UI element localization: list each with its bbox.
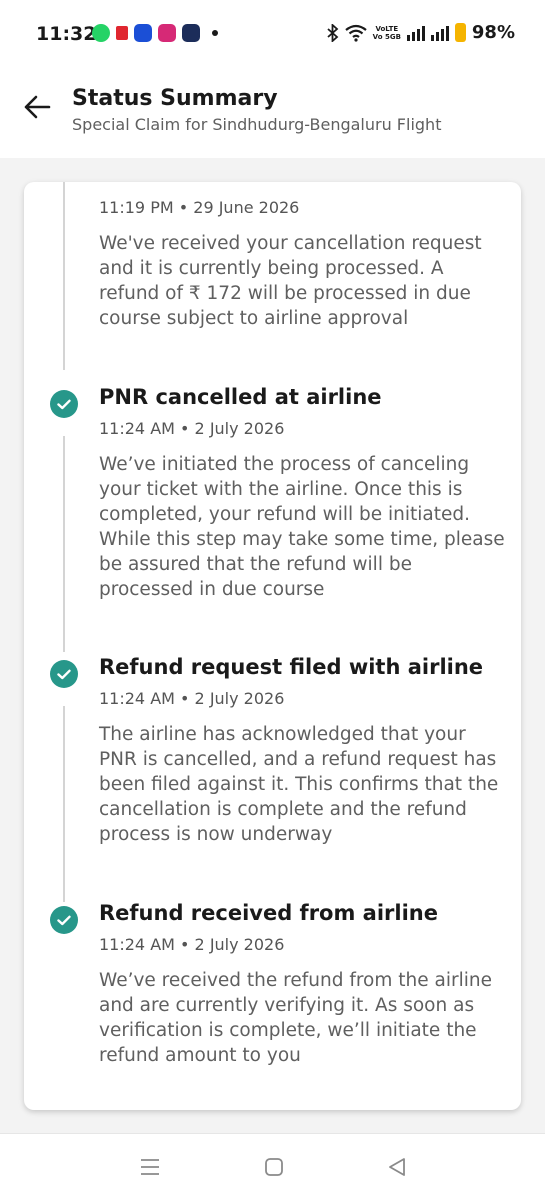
step-title: PNR cancelled at airline bbox=[99, 385, 382, 409]
step-title: Refund request filed with airline bbox=[99, 655, 484, 679]
back-button[interactable] bbox=[20, 90, 54, 124]
home-icon bbox=[265, 1158, 283, 1176]
timeline-connector bbox=[63, 182, 65, 370]
check-circle-icon bbox=[50, 906, 78, 934]
nav-back-button[interactable] bbox=[382, 1152, 412, 1182]
signal-icon-2 bbox=[430, 25, 449, 41]
shopping-bag-icon bbox=[116, 26, 128, 40]
timeline-connector bbox=[63, 436, 65, 652]
battery-percent: 98% bbox=[471, 22, 515, 43]
phone-app-icon bbox=[134, 24, 152, 42]
status-timeline-card[interactable]: 11:19 PM • 29 June 2026 We've received y… bbox=[24, 182, 521, 1110]
step-time: 11:24 AM • 2 July 2026 bbox=[99, 419, 285, 438]
step-time: 11:19 PM • 29 June 2026 bbox=[99, 198, 300, 217]
step-description: We’ve received the refund from the airli… bbox=[99, 970, 492, 1066]
step-time: 11:24 AM • 2 July 2026 bbox=[99, 689, 285, 708]
nav-back-icon bbox=[389, 1158, 405, 1176]
instagram-icon bbox=[158, 24, 176, 42]
page-subtitle: Special Claim for Sindhudurg-Bengaluru F… bbox=[72, 115, 442, 134]
step-title: Refund received from airline bbox=[99, 901, 438, 925]
signal-icon-1 bbox=[406, 25, 425, 41]
more-notifications-dot bbox=[212, 30, 218, 36]
system-nav-bar bbox=[0, 1133, 545, 1201]
timeline-connector bbox=[63, 706, 65, 902]
status-time: 11:32 bbox=[36, 23, 97, 45]
step-description: We’ve initiated the process of canceling… bbox=[99, 454, 505, 600]
step-time: 11:24 AM • 2 July 2026 bbox=[99, 935, 285, 954]
step-description: The airline has acknowledged that your P… bbox=[99, 724, 499, 845]
recents-button[interactable] bbox=[135, 1152, 165, 1182]
battery-icon bbox=[454, 23, 466, 42]
back-arrow-icon bbox=[24, 95, 51, 119]
home-button[interactable] bbox=[259, 1152, 289, 1182]
recents-icon bbox=[141, 1159, 159, 1175]
volte-indicator: VoLTE Vo 5GB bbox=[372, 24, 401, 41]
app-header: Status Summary Special Claim for Sindhud… bbox=[0, 70, 545, 158]
check-circle-icon bbox=[50, 390, 78, 418]
notification-icons bbox=[92, 24, 218, 42]
tripadvisor-icon bbox=[182, 24, 200, 42]
status-bar: 11:32 VoLTE Vo 5GB 98% bbox=[0, 0, 545, 70]
wifi-icon bbox=[344, 24, 367, 42]
step-description: We've received your cancellation request… bbox=[99, 233, 482, 329]
page-title: Status Summary bbox=[72, 86, 278, 111]
whatsapp-icon bbox=[92, 24, 110, 42]
bluetooth-icon bbox=[327, 23, 339, 42]
system-icons: VoLTE Vo 5GB 98% bbox=[327, 22, 515, 43]
check-circle-icon bbox=[50, 660, 78, 688]
